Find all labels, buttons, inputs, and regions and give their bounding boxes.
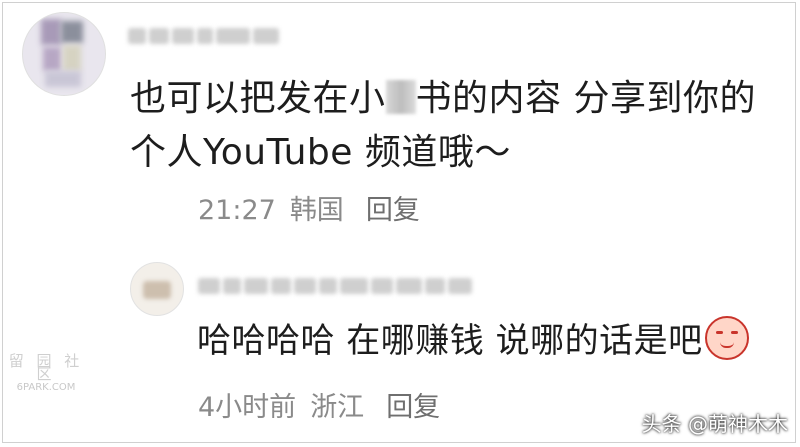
reply-location: 浙江 xyxy=(310,392,365,423)
comment-location: 韩国 xyxy=(289,195,344,226)
reply-reply-button[interactable]: 回复 xyxy=(386,385,440,424)
comment-text-part2: 书的内容 分享到你的 xyxy=(415,78,756,119)
commenter-name[interactable] xyxy=(128,28,279,44)
comment-text-part1: 也可以把发在小 xyxy=(130,78,386,119)
site-watermark: 留 园 社 区 6PARK.COM xyxy=(6,352,86,394)
censor-block xyxy=(385,80,416,114)
comment-reply-button[interactable]: 回复 xyxy=(366,188,420,227)
reply-text: 哈哈哈哈 在哪赚钱 说哪的话是吧 xyxy=(197,321,703,361)
reply-body: 哈哈哈哈 在哪赚钱 说哪的话是吧 xyxy=(197,316,749,365)
watermark-left-line2: 6PARK.COM xyxy=(16,382,76,393)
comment-body: 也可以把发在小 书的内容 分享到你的 个人YouTube 频道哦～ xyxy=(130,72,770,180)
replier-name[interactable] xyxy=(198,278,472,294)
source-watermark: 头条 @萌神木木 xyxy=(641,412,788,436)
replier-avatar[interactable] xyxy=(130,262,184,316)
comment-meta: 21:27 韩国 回复 xyxy=(198,188,420,227)
reply-time: 4小时前 xyxy=(198,392,297,423)
watermark-left-line1: 留 园 社 区 xyxy=(8,352,84,383)
comment-time: 21:27 xyxy=(198,195,276,226)
commenter-avatar[interactable] xyxy=(22,12,106,96)
blushing-face-icon xyxy=(704,316,749,360)
reply-meta: 4小时前 浙江 回复 xyxy=(198,385,440,424)
comment-text-line2: 个人YouTube 频道哦～ xyxy=(130,132,511,173)
